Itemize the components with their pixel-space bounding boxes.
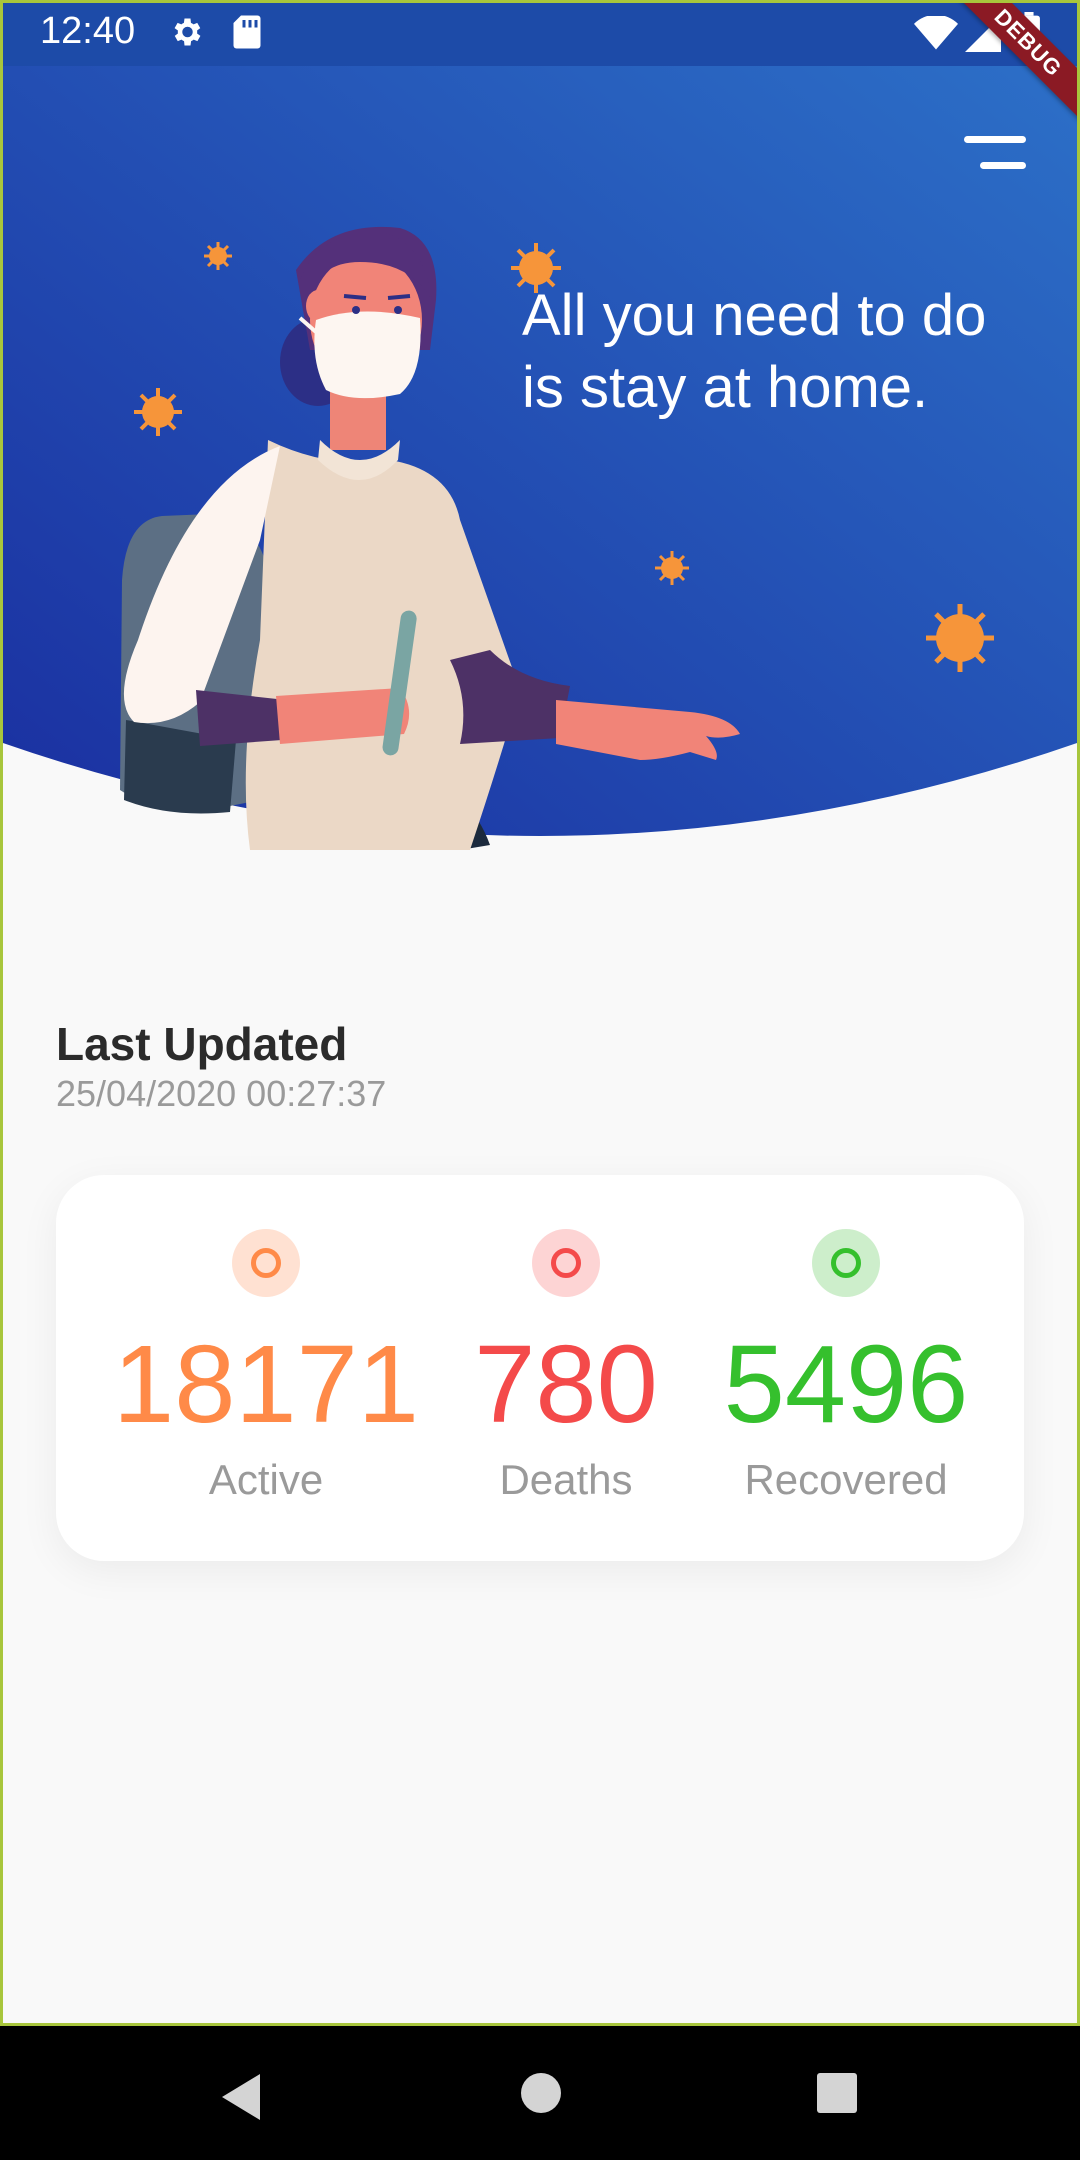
wifi-icon (914, 16, 958, 50)
navigation-bar (0, 2026, 1080, 2160)
last-updated-section: Last Updated 25/04/2020 00:27:37 (56, 1016, 386, 1116)
stat-active: 18171 Active (96, 1175, 436, 1561)
headline: All you need to do is stay at home. (522, 280, 1042, 424)
headline-line-1: All you need to do (522, 283, 987, 348)
recents-icon[interactable] (816, 2072, 858, 2114)
headline-line-2: is stay at home. (522, 355, 929, 420)
app-screen: All you need to do is stay at home. 12:4… (0, 0, 1080, 2160)
gear-icon (174, 18, 201, 46)
recovered-count: 5496 (723, 1323, 969, 1446)
stat-deaths: 780 Deaths (436, 1175, 696, 1561)
deaths-indicator-icon (532, 1229, 600, 1297)
last-updated-title: Last Updated (56, 1018, 348, 1070)
back-icon[interactable] (218, 2072, 262, 2122)
active-indicator-icon (232, 1229, 300, 1297)
home-icon[interactable] (520, 2072, 562, 2114)
header: All you need to do is stay at home. (0, 0, 1080, 860)
active-label: Active (208, 1456, 324, 1503)
status-time: 12:40 (40, 10, 136, 52)
last-updated-timestamp: 25/04/2020 00:27:37 (56, 1073, 387, 1114)
sd-card-icon (233, 15, 261, 49)
active-count: 18171 (113, 1323, 419, 1446)
deaths-count: 780 (474, 1323, 658, 1446)
stat-recovered: 5496 Recovered (696, 1175, 996, 1561)
recovered-label: Recovered (744, 1456, 948, 1503)
recovered-indicator-icon (812, 1229, 880, 1297)
menu-icon (964, 136, 1026, 169)
status-bar: 12:40 (0, 0, 1080, 66)
doctor-illustration (120, 226, 740, 850)
deaths-label: Deaths (499, 1456, 633, 1503)
stats-card: 18171 Active 780 Deaths 5496 Recovered (56, 1175, 1024, 1561)
menu-button[interactable] (952, 130, 1032, 180)
